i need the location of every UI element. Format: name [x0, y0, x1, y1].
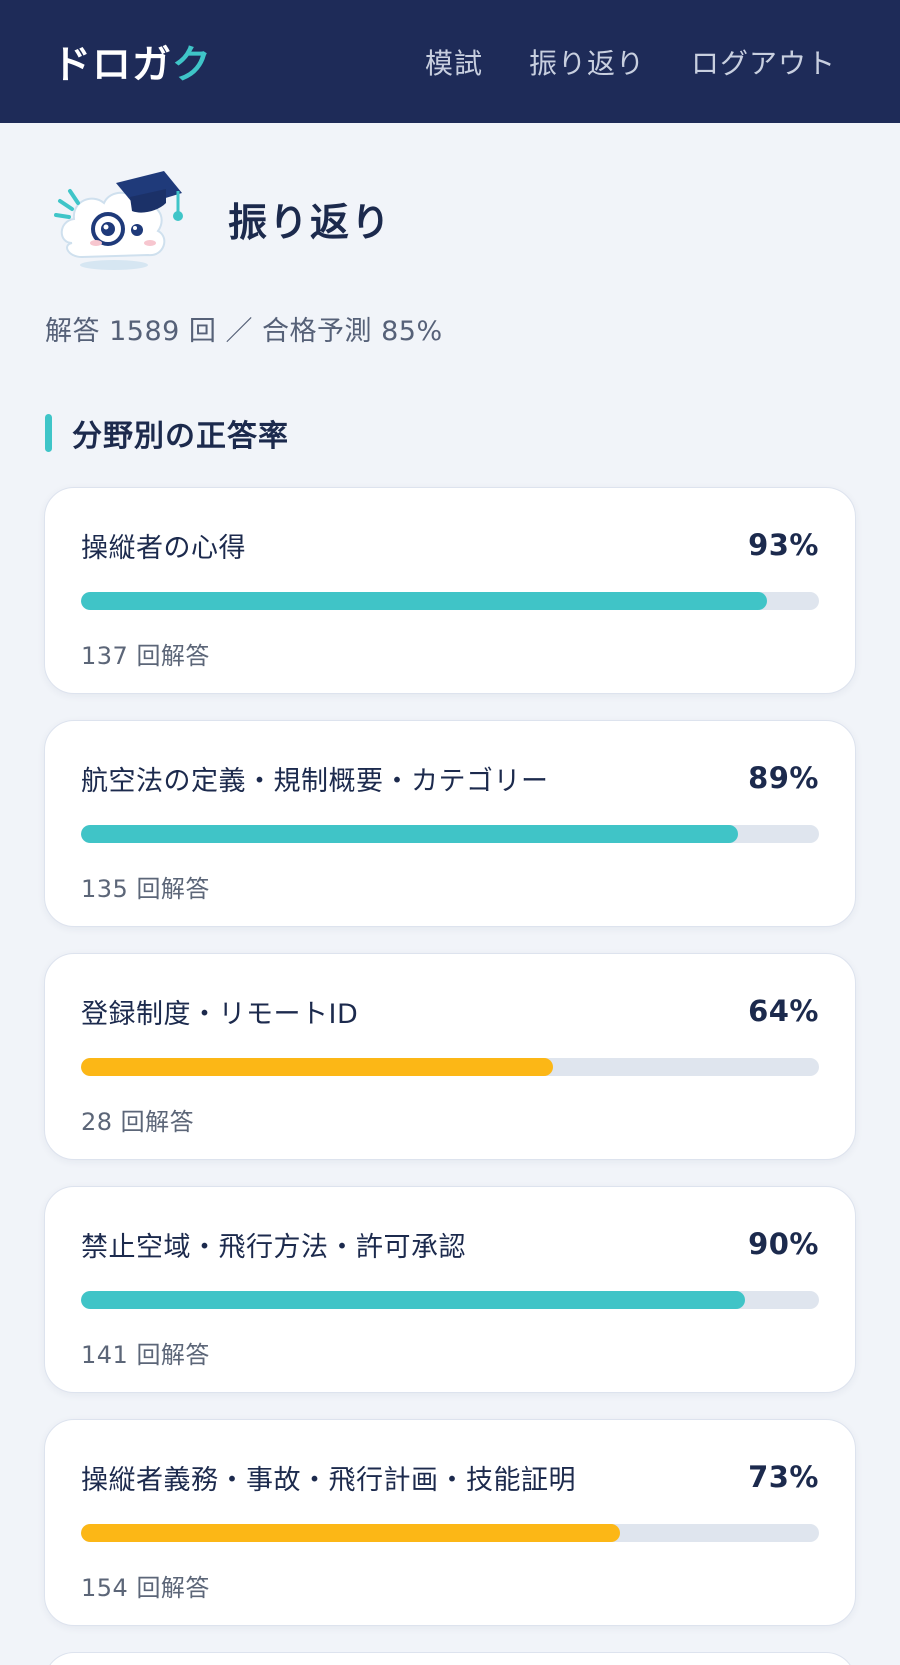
category-card[interactable]: 禁止空域・飛行方法・許可承認 90% 141 回解答	[44, 1186, 856, 1393]
nav-review[interactable]: 振り返り	[529, 42, 645, 82]
category-name: 操縦者義務・事故・飛行計画・技能証明	[81, 1464, 576, 1496]
progress-track	[81, 592, 819, 610]
answer-count: 135 回解答	[81, 875, 210, 903]
category-card[interactable]: 航空法の定義・規制概要・カテゴリー 89% 135 回解答	[44, 720, 856, 927]
answer-summary: 解答 1589 回 ／ 合格予測 85%	[45, 316, 443, 347]
nav-logout[interactable]: ログアウト	[691, 42, 836, 82]
nav-mock-exam[interactable]: 模試	[425, 42, 483, 82]
category-card[interactable]: 操縦者の心得 93% 137 回解答	[44, 487, 856, 694]
page-hero: 振り返り	[0, 123, 900, 279]
section-header: 分野別の正答率	[45, 414, 900, 454]
progress-fill	[81, 592, 768, 610]
progress-track	[81, 1524, 819, 1542]
category-percent: 73%	[748, 1460, 819, 1494]
answer-count: 141 回解答	[81, 1341, 210, 1369]
category-percent: 64%	[748, 994, 819, 1028]
progress-track	[81, 1058, 819, 1076]
progress-fill	[81, 1291, 746, 1309]
brand-name-main: ドロガ	[52, 42, 173, 88]
category-card-partial[interactable]	[44, 1652, 856, 1665]
answer-count: 28 回解答	[81, 1108, 195, 1136]
category-card[interactable]: 操縦者義務・事故・飛行計画・技能証明 73% 154 回解答	[44, 1419, 856, 1626]
brand-name-accent: ク	[172, 42, 213, 88]
progress-track	[81, 825, 819, 843]
category-name: 航空法の定義・規制概要・カテゴリー	[81, 765, 549, 797]
main-nav: 模試 振り返り ログアウト	[425, 42, 836, 82]
brand-logo[interactable]: ドロガク	[52, 34, 212, 90]
section-title: 分野別の正答率	[72, 419, 289, 454]
category-card-list: 操縦者の心得 93% 137 回解答 航空法の定義・規制概要・カテゴリー 89%…	[44, 487, 856, 1665]
graduation-cap-cloud-mascot-icon	[54, 171, 183, 270]
progress-fill	[81, 1058, 554, 1076]
category-card[interactable]: 登録制度・リモートID 64% 28 回解答	[44, 953, 856, 1160]
category-percent: 93%	[748, 528, 819, 562]
answer-count: 154 回解答	[81, 1574, 210, 1602]
category-name: 登録制度・リモートID	[81, 998, 359, 1030]
category-name: 操縦者の心得	[81, 532, 246, 564]
progress-track	[81, 1291, 819, 1309]
app-header: ドロガク 模試 振り返り ログアウト	[0, 0, 900, 123]
progress-fill	[81, 1524, 620, 1542]
progress-fill	[81, 825, 738, 843]
category-percent: 90%	[748, 1227, 819, 1261]
category-percent: 89%	[748, 761, 819, 795]
page-title: 振り返り	[228, 201, 393, 246]
answer-count: 137 回解答	[81, 642, 210, 670]
section-accent-bar	[45, 414, 52, 452]
category-name: 禁止空域・飛行方法・許可承認	[81, 1231, 466, 1263]
